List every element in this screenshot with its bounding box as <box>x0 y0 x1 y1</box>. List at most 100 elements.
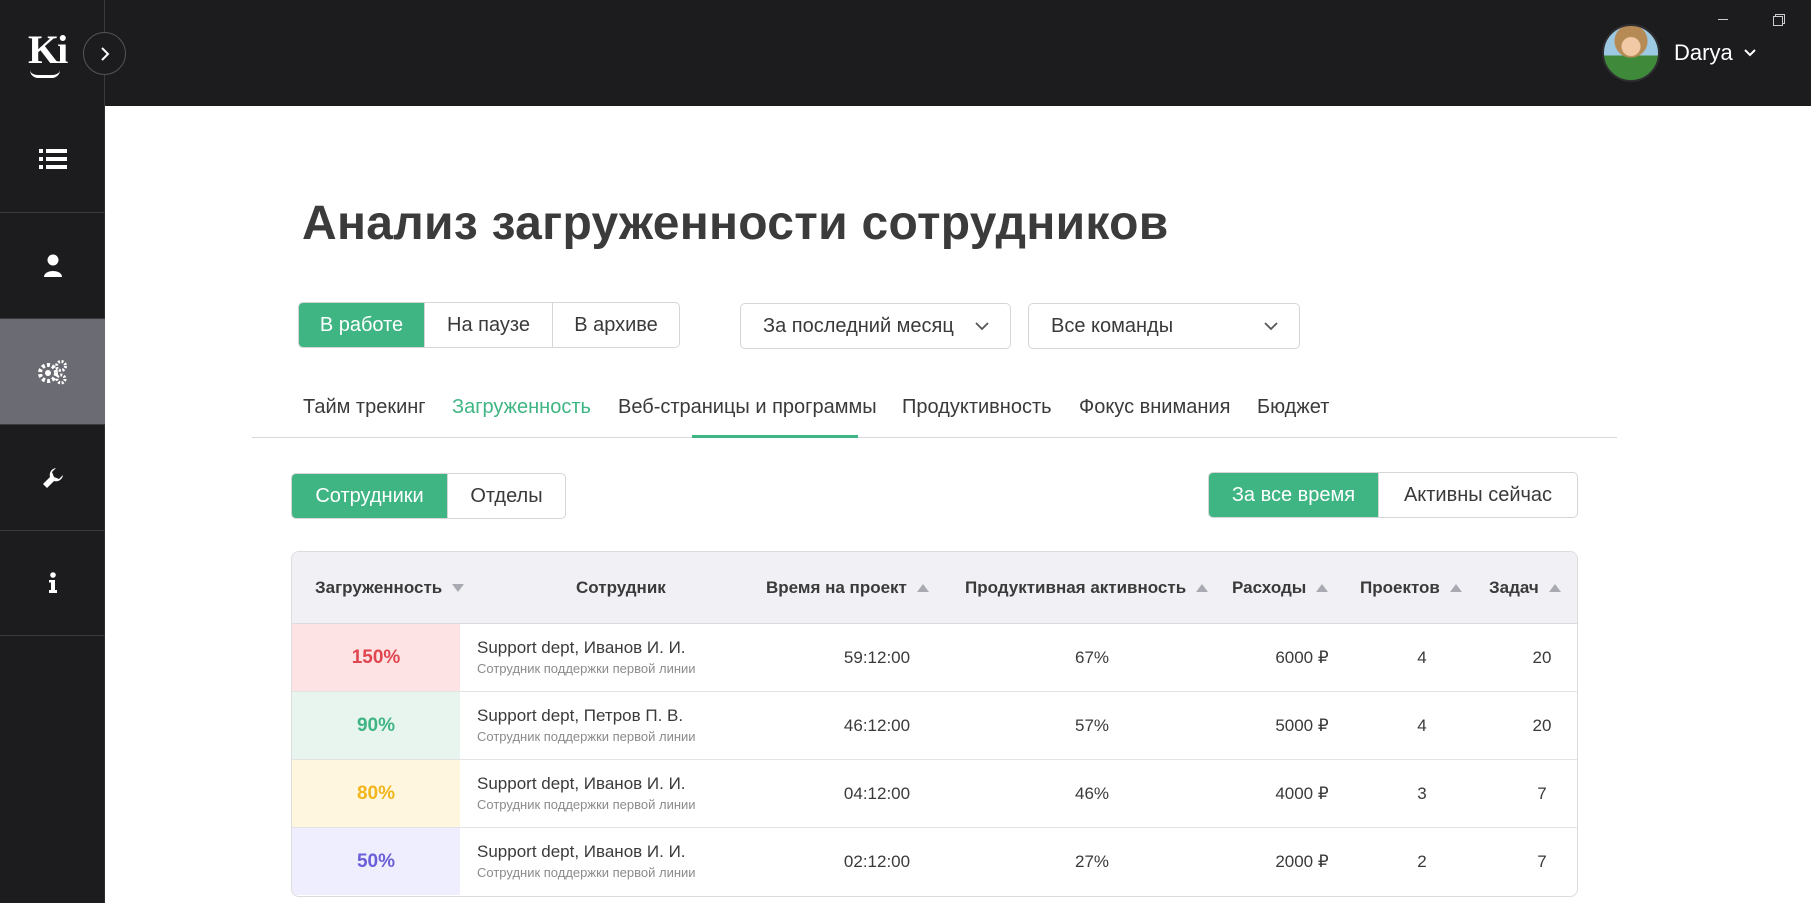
sort-asc-icon <box>916 584 929 592</box>
projects-value: 4 <box>1417 715 1427 735</box>
table-header: Загруженность Сотрудник Время на проект … <box>292 552 1577 624</box>
active-tab-indicator <box>692 435 858 438</box>
tasks-value: 7 <box>1537 851 1547 871</box>
column-header-projects[interactable]: Проектов <box>1360 552 1462 624</box>
table-row[interactable]: 80% Support dept, Иванов И. И. Сотрудник… <box>292 760 1577 828</box>
sidebar-item-info[interactable] <box>0 530 105 636</box>
tasks-value: 20 <box>1532 715 1552 735</box>
employee-role: Сотрудник поддержки первой линии <box>477 865 696 880</box>
projects-value: 2 <box>1417 851 1427 871</box>
productive-value: 46% <box>1074 783 1110 803</box>
sort-asc-icon <box>1449 584 1462 592</box>
chevron-down-icon <box>1743 49 1756 57</box>
chevron-right-icon <box>100 46 109 61</box>
employee-name: Support dept, Иванов И. И. <box>477 842 686 861</box>
column-header-tasks[interactable]: Задач <box>1489 552 1561 624</box>
time-value: 46:12:00 <box>843 715 911 735</box>
sidebar-item-user[interactable] <box>0 212 105 318</box>
view-toggle: Сотрудники Отделы <box>291 473 566 519</box>
column-header-load[interactable]: Загруженность <box>315 552 465 624</box>
table-row[interactable]: 50% Support dept, Иванов И. И. Сотрудник… <box>292 828 1577 896</box>
wrench-icon <box>42 467 63 488</box>
productive-value: 27% <box>1074 851 1110 871</box>
column-label: Время на проект <box>766 578 907 597</box>
chevron-down-icon <box>975 322 989 331</box>
restore-icon[interactable] <box>1772 12 1786 26</box>
tab-time-tracking[interactable]: Тайм трекинг <box>303 396 426 419</box>
column-label: Продуктивная активность <box>965 578 1187 597</box>
chevron-down-icon <box>1264 322 1278 331</box>
employee-role: Сотрудник поддержки первой линии <box>477 661 696 676</box>
period-dropdown[interactable]: За последний месяц <box>740 303 1011 349</box>
user-icon <box>43 254 62 277</box>
expenses-value: 4000 ₽ <box>1275 783 1329 803</box>
expenses-value: 2000 ₽ <box>1275 851 1329 871</box>
sort-asc-icon <box>1316 584 1329 592</box>
tab-focus[interactable]: Фокус внимания <box>1079 396 1230 419</box>
view-employees-button[interactable]: Сотрудники <box>292 474 448 518</box>
tasks-value: 7 <box>1537 783 1547 803</box>
column-label: Расходы <box>1232 578 1307 597</box>
logo-text: Ki <box>28 27 68 72</box>
column-label: Задач <box>1489 578 1539 597</box>
sort-asc-icon <box>1548 584 1561 592</box>
sidebar <box>0 106 105 903</box>
employee-cell: Support dept, Иванов И. И. Сотрудник под… <box>477 774 696 812</box>
tasks-value: 20 <box>1532 647 1552 667</box>
info-icon <box>48 572 57 593</box>
gears-icon <box>37 359 67 384</box>
teams-value: Все команды <box>1051 314 1174 337</box>
all-time-button[interactable]: За все время <box>1209 473 1379 517</box>
column-header-time[interactable]: Время на проект <box>766 552 929 624</box>
sort-desc-icon <box>452 584 465 592</box>
employee-cell: Support dept, Иванов И. И. Сотрудник под… <box>477 842 696 880</box>
teams-dropdown[interactable]: Все команды <box>1028 303 1300 349</box>
active-now-button[interactable]: Активны сейчас <box>1379 473 1577 517</box>
column-label: Сотрудник <box>576 578 666 597</box>
column-header-employee: Сотрудник <box>576 552 666 624</box>
view-departments-button[interactable]: Отделы <box>448 474 565 518</box>
expand-sidebar-button[interactable] <box>83 32 126 75</box>
time-value: 04:12:00 <box>843 783 911 803</box>
period-value: За последний месяц <box>763 314 954 337</box>
expenses-value: 6000 ₽ <box>1275 647 1329 667</box>
time-value: 59:12:00 <box>843 647 911 667</box>
expenses-value: 5000 ₽ <box>1275 715 1329 735</box>
tab-web-pages[interactable]: Веб-страницы и программы <box>618 396 877 419</box>
app-logo[interactable]: Ki <box>28 26 78 78</box>
employee-cell: Support dept, Иванов И. И. Сотрудник под… <box>477 638 696 676</box>
user-menu[interactable]: Darya <box>1602 24 1757 82</box>
projects-value: 4 <box>1417 647 1427 667</box>
status-in-work-button[interactable]: В работе <box>299 303 425 347</box>
logo-smile-icon <box>30 70 60 78</box>
status-archived-button[interactable]: В архиве <box>553 303 679 347</box>
projects-value: 3 <box>1417 783 1427 803</box>
sort-asc-icon <box>1196 584 1209 592</box>
employee-name: Support dept, Иванов И. И. <box>477 774 686 793</box>
tab-budget[interactable]: Бюджет <box>1257 396 1329 419</box>
column-label: Загруженность <box>315 578 443 597</box>
load-value: 150% <box>292 624 460 691</box>
time-value: 02:12:00 <box>843 851 911 871</box>
column-header-expenses[interactable]: Расходы <box>1232 552 1329 624</box>
sidebar-item-tools[interactable] <box>0 424 105 530</box>
productive-value: 57% <box>1074 715 1110 735</box>
employee-role: Сотрудник поддержки первой линии <box>477 729 696 744</box>
table-row[interactable]: 150% Support dept, Иванов И. И. Сотрудни… <box>292 624 1577 692</box>
sidebar-item-settings[interactable] <box>0 318 105 424</box>
list-icon <box>38 149 67 169</box>
productive-value: 67% <box>1074 647 1110 667</box>
load-value: 80% <box>292 760 460 827</box>
tab-bar: Тайм трекинг Загруженность Веб-страницы … <box>252 390 1617 438</box>
top-bar: Ki Darya <box>0 0 1811 106</box>
column-header-productive[interactable]: Продуктивная активность <box>965 552 1209 624</box>
tab-productivity[interactable]: Продуктивность <box>902 396 1052 419</box>
status-paused-button[interactable]: На паузе <box>425 303 553 347</box>
load-value: 50% <box>292 828 460 895</box>
column-label: Проектов <box>1360 578 1440 597</box>
employee-name: Support dept, Петров П. В. <box>477 706 684 725</box>
tab-workload[interactable]: Загруженность <box>452 396 591 419</box>
sidebar-item-list[interactable] <box>0 106 105 212</box>
workload-table: Загруженность Сотрудник Время на проект … <box>291 551 1578 897</box>
table-row[interactable]: 90% Support dept, Петров П. В. Сотрудник… <box>292 692 1577 760</box>
